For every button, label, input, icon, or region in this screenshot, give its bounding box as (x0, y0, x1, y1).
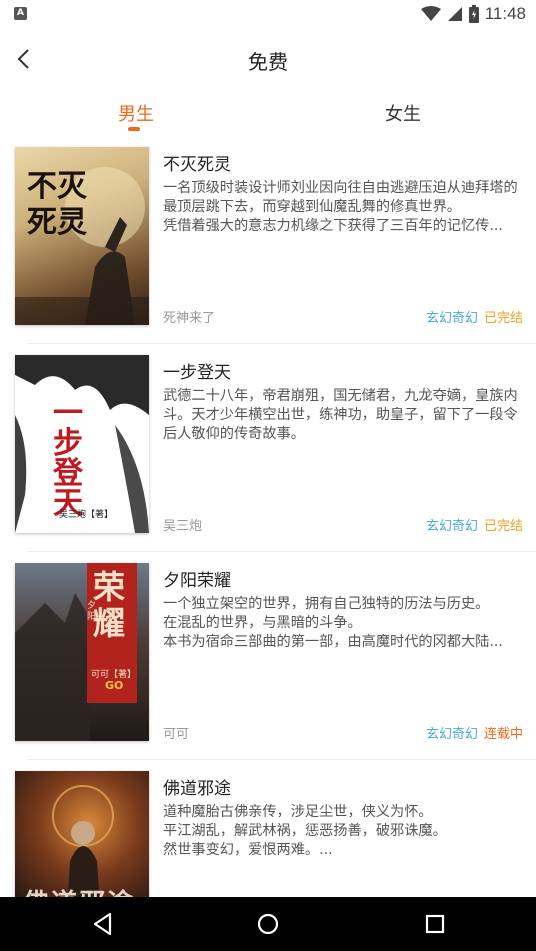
book-item[interactable]: 荣耀 夕阳 可可【著】 GO 夕阳荣耀 一个独立架空的世界，拥有自己独特的历法与… (0, 552, 536, 760)
book-title: 一步登天 (163, 363, 231, 383)
book-list[interactable]: 不灭死灵 不灭死灵 一名顶级时装设计师刘业因向往自由逃避压迫从迪拜塔的最顶层跳下… (0, 136, 536, 897)
book-item[interactable]: 不灭死灵 不灭死灵 一名顶级时装设计师刘业因向往自由逃避压迫从迪拜塔的最顶层跳下… (0, 136, 536, 344)
cover-art (52, 785, 114, 897)
status-bar: A 11:48 (0, 0, 536, 28)
book-genre: 玄幻奇幻 (425, 519, 478, 534)
app-header: 免费 (0, 28, 536, 90)
cover-title: 一步登天 (53, 396, 83, 521)
book-item[interactable]: 佛道邪途 佛道邪途 道种魔胎古佛亲传，涉足尘世，侠义为怀。 平江湖乱，解武林祸，… (0, 760, 536, 897)
back-triangle-icon[interactable] (88, 909, 118, 939)
book-cover[interactable]: 荣耀 夕阳 可可【著】 GO (15, 563, 149, 741)
book-description: 武德二十八年，帝君崩殂，国无储君，九龙夺嫡，皇族内斗。天才少年横空出世，练神功，… (163, 388, 518, 442)
tab-active-indicator (128, 127, 140, 131)
cover-side-text: 夕阳 (87, 601, 97, 622)
system-nav-bar (0, 897, 536, 951)
book-status: 连载中 (483, 727, 523, 742)
cover-title: 荣耀 (93, 568, 126, 642)
status-icons: 11:48 (420, 3, 526, 25)
cover-author: 吴三炮【著】 (59, 510, 114, 520)
book-genre: 玄幻奇幻 (425, 311, 478, 326)
battery-icon (468, 5, 479, 23)
book-cover[interactable]: 一步登天 吴三炮【著】 (15, 355, 149, 533)
home-circle-icon[interactable] (253, 909, 283, 939)
cover-title: 不灭死灵 (27, 169, 87, 240)
signal-icon (447, 7, 462, 21)
book-title: 夕阳荣耀 (163, 571, 231, 591)
gender-tabs: 男生 女生 (0, 90, 536, 136)
book-cover[interactable]: 不灭死灵 (15, 147, 149, 325)
cover-go: GO (105, 679, 124, 692)
notification-icon: A (14, 7, 27, 20)
book-item[interactable]: 一步登天 吴三炮【著】 一步登天 武德二十八年，帝君崩殂，国无储君，九龙夺嫡，皇… (0, 344, 536, 552)
clock: 11:48 (484, 4, 526, 23)
wifi-icon (420, 6, 441, 21)
page-title: 免费 (248, 50, 288, 74)
book-description: 一个独立架空的世界，拥有自己独特的历法与历史。 在混乱的世界，与黑暗的斗争。 本… (163, 596, 503, 650)
cover-title: 佛道邪途 (23, 883, 135, 897)
book-status: 已完结 (483, 519, 523, 534)
book-author: 吴三炮 (163, 519, 203, 534)
recents-square-icon[interactable] (420, 909, 450, 939)
book-description: 一名顶级时装设计师刘业因向往自由逃避压迫从迪拜塔的最顶层跳下去，而穿越到仙魔乱舞… (163, 180, 518, 234)
book-status: 已完结 (483, 311, 523, 326)
book-title: 不灭死灵 (163, 155, 231, 175)
book-description: 道种魔胎古佛亲传，涉足尘世，侠义为怀。 平江湖乱，解武林祸，惩恶扬善，破邪诛魔。… (163, 804, 447, 858)
book-genre: 玄幻奇幻 (425, 727, 478, 742)
tab-male[interactable]: 男生 (118, 100, 154, 126)
book-title: 佛道邪途 (163, 779, 231, 799)
tab-female[interactable]: 女生 (385, 100, 421, 126)
book-author: 可可 (163, 727, 190, 742)
book-cover[interactable]: 佛道邪途 (15, 771, 149, 897)
book-author: 死神来了 (163, 311, 216, 326)
